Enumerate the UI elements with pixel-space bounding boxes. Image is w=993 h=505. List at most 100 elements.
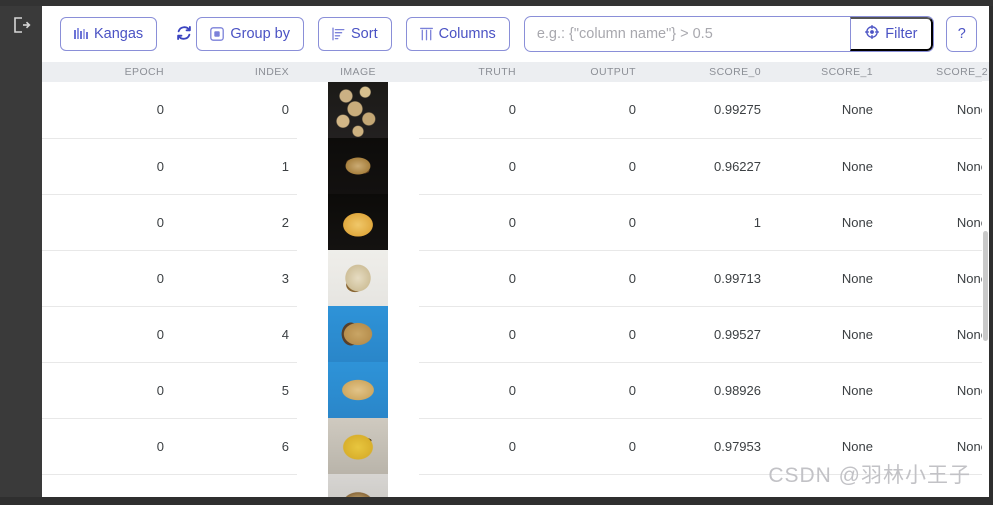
cell-score-0: 0.98926 (644, 362, 769, 419)
column-header-score-0[interactable]: SCORE_0 (644, 62, 769, 82)
cell-epoch: 0 (42, 194, 172, 251)
refresh-icon (174, 23, 194, 46)
sort-button[interactable]: Sort (318, 17, 392, 51)
help-button[interactable]: ? (946, 16, 977, 52)
data-table: EPOCH INDEX IMAGE TRUTH OUTPUT SCORE_0 S… (42, 62, 989, 497)
cell-score-0: 0.99139 (644, 474, 769, 497)
cell-image[interactable] (297, 138, 419, 194)
cell-output: 0 (524, 306, 644, 363)
table-row[interactable]: 07000.99139NoneNone (42, 474, 989, 497)
group-by-label: Group by (230, 26, 290, 42)
cell-score-0: 0.97953 (644, 418, 769, 475)
cell-score-2: None (881, 418, 989, 475)
table-row[interactable]: 0 4 0 0 0.99527 None None (42, 306, 989, 363)
cell-truth: 0 (419, 194, 524, 251)
scrollbar-thumb[interactable] (983, 231, 988, 341)
cell-epoch: 0 (42, 138, 172, 195)
column-header-image[interactable]: IMAGE (297, 62, 419, 82)
columns-button[interactable]: Columns (405, 17, 510, 51)
potato-thumbnail-7-icon[interactable] (328, 474, 388, 497)
kangas-brand-button[interactable]: Kangas (60, 17, 158, 51)
cell-index: 3 (172, 250, 297, 307)
potato-thumbnail-1-icon[interactable] (328, 138, 388, 194)
column-header-output[interactable]: OUTPUT (524, 62, 644, 82)
app-root: Kangas Group by Sort Columns e.g.: {"col… (0, 0, 993, 505)
cell-index: 0 (172, 82, 297, 139)
potato-thumbnail-6-icon[interactable] (328, 418, 388, 474)
cell-output: 0 (524, 474, 644, 497)
cell-image[interactable] (297, 82, 419, 138)
app-body: Kangas Group by Sort Columns e.g.: {"col… (0, 6, 993, 497)
cell-epoch: 0 (42, 418, 172, 475)
main-panel: Kangas Group by Sort Columns e.g.: {"col… (42, 6, 993, 497)
filter-button[interactable]: Filter (850, 17, 934, 51)
vertical-scrollbar[interactable] (982, 81, 989, 497)
cell-score-1: None (769, 250, 881, 307)
cell-index: 1 (172, 138, 297, 195)
table-row[interactable]: 0 1 0 0 0.96227 None None (42, 138, 989, 195)
exit-icon[interactable] (8, 12, 34, 38)
cell-output: 0 (524, 418, 644, 475)
columns-icon (419, 27, 433, 41)
filter-input[interactable] (524, 17, 851, 51)
potato-thumbnail-4-icon[interactable] (328, 306, 388, 362)
cell-image[interactable] (297, 306, 419, 362)
cell-score-2: None (881, 250, 989, 307)
table-header-row: EPOCH INDEX IMAGE TRUTH OUTPUT SCORE_0 S… (42, 62, 989, 82)
cell-image[interactable] (297, 362, 419, 418)
cell-epoch: 0 (42, 362, 172, 419)
cell-score-0: 0.99713 (644, 250, 769, 307)
table-row[interactable]: 0 6 0 0 0.97953 None None (42, 418, 989, 475)
cell-image[interactable] (297, 194, 419, 250)
potato-thumbnail-0-icon[interactable] (328, 82, 388, 138)
cell-truth: 0 (419, 306, 524, 363)
potato-thumbnail-5-icon[interactable] (328, 362, 388, 418)
filter-bar: Filter (523, 16, 935, 52)
cell-truth: 0 (419, 250, 524, 307)
cell-score-2: None (881, 362, 989, 419)
column-header-truth[interactable]: TRUTH (419, 62, 524, 82)
table-row[interactable]: 0 2 0 0 1 None None (42, 194, 989, 251)
cell-epoch: 0 (42, 306, 172, 363)
help-label: ? (957, 26, 966, 42)
cell-truth: 0 (419, 362, 524, 419)
cell-score-1: None (769, 306, 881, 363)
cell-image[interactable] (297, 474, 419, 497)
columns-label: Columns (438, 26, 496, 42)
potato-thumbnail-2-icon[interactable] (328, 194, 388, 250)
cell-score-1: None (769, 474, 881, 497)
table-row[interactable]: 0 5 0 0 0.98926 None None (42, 362, 989, 419)
cell-score-2: None (881, 306, 989, 363)
potato-thumbnail-3-icon[interactable] (328, 250, 388, 306)
column-header-epoch[interactable]: EPOCH (42, 62, 172, 82)
cell-output: 0 (524, 138, 644, 195)
refresh-button[interactable] (171, 19, 196, 49)
cell-score-2: None (881, 194, 989, 251)
kangas-logo-icon (74, 27, 88, 41)
table-row[interactable]: 0 0 0 0 0.99275 None None (42, 82, 989, 139)
cell-score-0: 0.99527 (644, 306, 769, 363)
filter-target-icon (865, 24, 880, 43)
data-table-area[interactable]: EPOCH INDEX IMAGE TRUTH OUTPUT SCORE_0 S… (42, 62, 989, 497)
cell-epoch: 0 (42, 250, 172, 307)
cell-truth: 0 (419, 418, 524, 475)
column-header-score-1[interactable]: SCORE_1 (769, 62, 881, 82)
cell-score-1: None (769, 362, 881, 419)
cell-image[interactable] (297, 250, 419, 306)
group-by-button[interactable]: Group by (196, 17, 304, 51)
cell-score-2: None (881, 474, 989, 497)
column-header-index[interactable]: INDEX (172, 62, 297, 82)
sort-icon (332, 27, 345, 41)
cell-truth: 0 (419, 474, 524, 497)
cell-index: 4 (172, 306, 297, 363)
cell-score-0: 0.96227 (644, 138, 769, 195)
column-header-score-2[interactable]: SCORE_2 (881, 62, 989, 82)
table-header: EPOCH INDEX IMAGE TRUTH OUTPUT SCORE_0 S… (42, 62, 989, 82)
cell-score-1: None (769, 82, 881, 139)
kangas-brand-label: Kangas (94, 26, 144, 42)
table-row[interactable]: 0 3 0 0 0.99713 None None (42, 250, 989, 307)
cell-score-0: 1 (644, 194, 769, 251)
filter-label: Filter (885, 26, 918, 42)
window-bottom-strip (0, 497, 993, 505)
cell-image[interactable] (297, 418, 419, 474)
